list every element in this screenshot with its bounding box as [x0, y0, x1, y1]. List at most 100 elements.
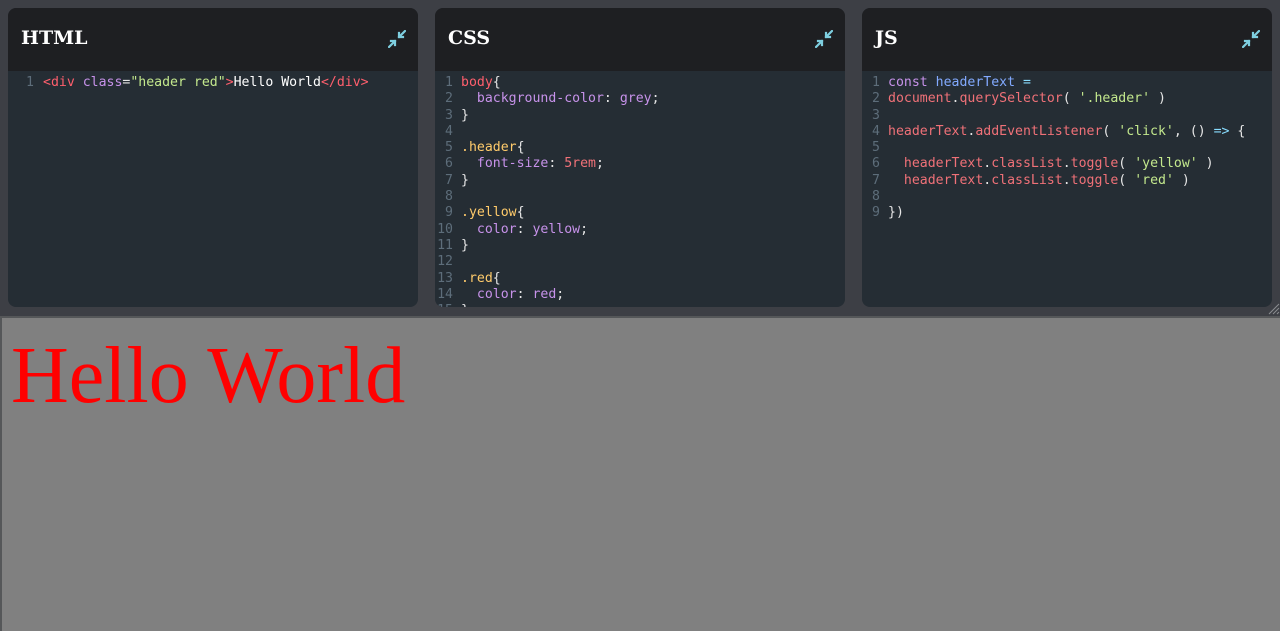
line-number: 14 [437, 286, 453, 302]
html-panel-title: HTML [21, 27, 88, 49]
code-line: 3 [862, 108, 1272, 124]
code-line: 9}) [862, 205, 1272, 221]
code-token: '.header' [1078, 91, 1151, 107]
line-number: 8 [872, 189, 880, 205]
collapse-arrows-icon[interactable] [388, 30, 406, 48]
code-token: color [461, 221, 517, 237]
code-token: : [516, 221, 533, 237]
code-token: } [461, 107, 469, 123]
line-number: 9 [872, 205, 880, 221]
code-token: toggle [1070, 172, 1119, 188]
code-line: 2 background-color: grey; [435, 91, 845, 107]
code-token: .red [461, 270, 493, 286]
line-number: 15 [435, 303, 461, 307]
code-token: </div> [320, 75, 369, 90]
resize-grip-icon[interactable] [1266, 298, 1280, 316]
line-number: 3 [872, 107, 880, 123]
code-token: ; [651, 91, 660, 107]
line-number: 1 [26, 75, 34, 90]
css-panel-header: CSS [435, 8, 845, 71]
line-number: 5 [445, 140, 453, 156]
code-token: class [82, 75, 123, 90]
code-token: font-size [461, 156, 549, 172]
html-code-editor[interactable]: 1 <div class = "header red" > Hello World </di… [8, 75, 418, 307]
css-panel-title: CSS [448, 27, 491, 49]
code-line: 11} [435, 238, 845, 254]
code-token: = [1015, 75, 1031, 90]
collapse-arrows-icon[interactable] [815, 30, 833, 48]
code-token: color [461, 286, 517, 302]
code-token: yellow [532, 221, 581, 237]
css-code-editor[interactable]: 1 body{2 background-color: grey; 3} 4 5 .head… [435, 75, 845, 307]
code-token: 5rem [564, 156, 596, 172]
code-line: 4 headerText. addEventListener( 'click', (… [862, 124, 1272, 140]
code-token: 'click' [1118, 123, 1174, 139]
code-token: addEventListener [975, 123, 1103, 139]
code-token: document [888, 91, 952, 107]
code-line: 3} [435, 108, 845, 124]
code-token: : [548, 156, 565, 172]
code-token: ; [556, 286, 565, 302]
code-token: { [492, 75, 501, 90]
code-line: 8 [435, 189, 845, 205]
line-number: 9 [445, 205, 453, 221]
code-token: grey [619, 91, 652, 107]
code-line: 4 [435, 124, 845, 140]
preview-pane: Hello World [0, 316, 1280, 631]
line-number: 13 [437, 270, 453, 286]
code-token: "header red" [130, 75, 226, 90]
js-code-editor[interactable]: 1 const headerText = 2 document. querySelect… [862, 75, 1272, 307]
code-line: 14 color: red; [435, 287, 845, 303]
html-panel-header: HTML [8, 8, 418, 71]
code-token: }) [888, 205, 904, 221]
code-token: { [516, 205, 525, 221]
code-token: .yellow [461, 205, 517, 221]
code-token: . [967, 123, 976, 139]
line-number: 6 [445, 156, 453, 172]
code-token: headerText [888, 156, 984, 172]
code-token: > [225, 75, 234, 90]
code-line: 5 .header{ [435, 140, 845, 156]
code-token: => [1213, 123, 1230, 139]
line-number: 2 [445, 91, 453, 107]
code-line: 9 .yellow{ [435, 205, 845, 221]
code-token: } [461, 172, 469, 188]
code-line: 7} [435, 173, 845, 189]
code-token: const [888, 75, 936, 90]
js-editor-panel: JS 1 const headerText = 2 document. querySel… [862, 8, 1272, 307]
js-panel-title: JS [875, 27, 898, 49]
line-number: 10 [437, 221, 453, 237]
code-token: ) [1150, 91, 1166, 107]
code-line: 5 [862, 140, 1272, 156]
code-token: headerText [935, 75, 1016, 90]
code-token: querySelector [959, 91, 1063, 107]
preview-header-text[interactable]: Hello World [11, 330, 405, 422]
code-line: 2 document. querySelector( '.header' ) [862, 91, 1272, 107]
collapse-arrows-icon[interactable] [1242, 30, 1260, 48]
code-line: 15} [435, 303, 845, 307]
code-line: 7 headerText. classList. toggle( 'red' ) [862, 173, 1272, 189]
code-token: red [532, 286, 557, 302]
line-number: 11 [437, 237, 453, 253]
code-token: .header [461, 140, 517, 156]
code-token: headerText [888, 123, 968, 139]
line-number: 5 [872, 140, 880, 156]
line-number: 1 [445, 75, 453, 90]
code-token: . [951, 91, 960, 107]
code-token: . [983, 172, 992, 188]
code-token: . [1062, 156, 1071, 172]
code-line: 8 [862, 189, 1272, 205]
line-number: 2 [872, 91, 880, 107]
code-token: ( [1118, 156, 1135, 172]
code-token: toggle [1070, 156, 1119, 172]
code-token: ( [1062, 91, 1079, 107]
code-line: 6 font-size: 5rem; [435, 156, 845, 172]
code-token: . [1062, 172, 1071, 188]
line-number: 3 [445, 107, 453, 123]
js-panel-header: JS [862, 8, 1272, 71]
code-line: 13 .red{ [435, 271, 845, 287]
code-token: ( [1118, 172, 1135, 188]
code-token: ) [1197, 156, 1214, 172]
code-token: 'yellow' [1134, 156, 1198, 172]
code-token: . [983, 156, 992, 172]
